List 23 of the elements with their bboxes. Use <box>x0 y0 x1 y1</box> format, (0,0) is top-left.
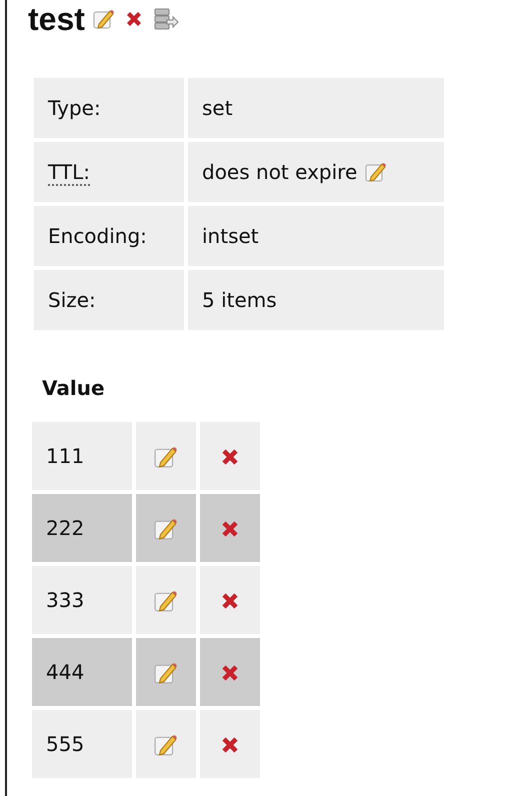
field-label: Type: <box>48 96 101 120</box>
edit-icon[interactable] <box>154 516 178 541</box>
table-cell: 444 <box>32 638 132 706</box>
table-cell: 222 <box>32 494 132 562</box>
key-title: test <box>28 0 85 38</box>
field-value: does not expire <box>202 160 358 184</box>
edit-icon[interactable] <box>154 660 178 685</box>
field-value: set <box>202 96 233 120</box>
field-label: TTL: <box>48 160 90 186</box>
field-label: Encoding: <box>48 224 147 248</box>
table-cell: 111 <box>32 422 132 490</box>
edit-icon[interactable] <box>92 8 115 30</box>
field-value: 5 items <box>202 288 277 312</box>
field-value: intset <box>202 224 259 248</box>
edit-icon[interactable] <box>154 588 178 613</box>
field-label: Size: <box>48 288 96 312</box>
edit-icon[interactable] <box>154 732 178 757</box>
edit-icon[interactable] <box>154 444 178 469</box>
database-export-icon[interactable] <box>152 7 179 31</box>
section-heading: Value <box>42 376 106 400</box>
edit-icon[interactable] <box>365 161 388 183</box>
table-cell: 333 <box>32 566 132 634</box>
table-cell: 555 <box>32 710 132 778</box>
